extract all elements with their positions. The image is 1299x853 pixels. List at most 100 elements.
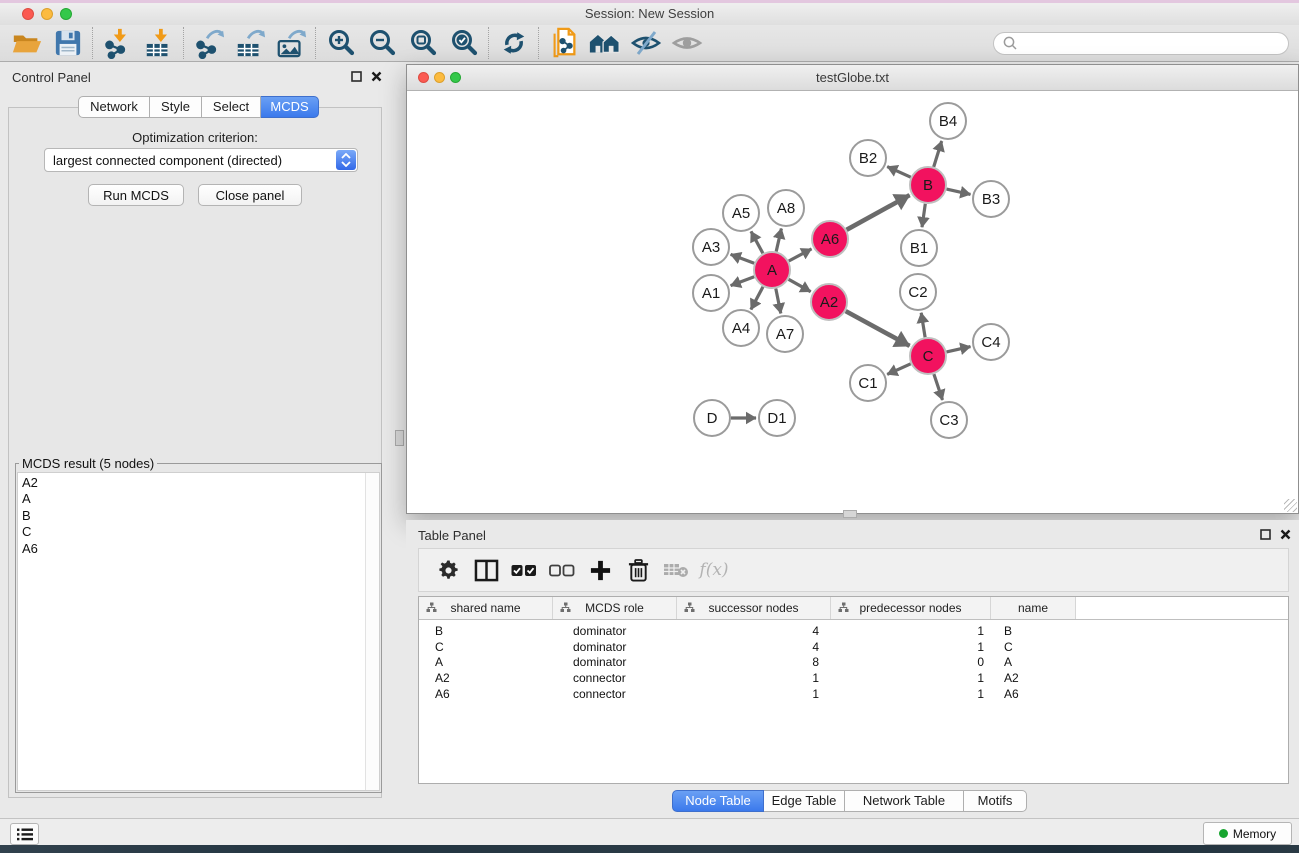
graph-edge[interactable] <box>934 141 942 167</box>
optimization-criterion-select[interactable]: largest connected component (directed) <box>44 148 358 172</box>
tab-style[interactable]: Style <box>150 96 202 118</box>
minimize-network-window-button[interactable] <box>434 72 445 83</box>
new-network-from-selection-button[interactable] <box>543 26 584 60</box>
show-panels-menu-button[interactable] <box>10 823 39 845</box>
graph-node[interactable]: B <box>910 167 946 203</box>
export-image-button[interactable] <box>270 26 311 60</box>
mcds-result-item[interactable]: A <box>18 491 379 507</box>
close-panel-icon[interactable] <box>1280 529 1291 540</box>
zoom-network-window-button[interactable] <box>450 72 461 83</box>
tab-network[interactable]: Network <box>78 96 150 118</box>
graph-node[interactable]: A6 <box>812 221 848 257</box>
graph-node[interactable]: A1 <box>693 275 729 311</box>
mcds-result-item[interactable]: A2 <box>18 475 379 491</box>
zoom-in-button[interactable] <box>320 26 361 60</box>
graph-edge[interactable] <box>776 229 781 252</box>
graph-edge[interactable] <box>887 167 911 178</box>
float-panel-icon[interactable] <box>351 71 362 82</box>
search-field[interactable] <box>993 32 1289 55</box>
tab-select[interactable]: Select <box>202 96 261 118</box>
network-canvas[interactable]: B4 B2 B B3 A5 A8 A6 B1 A3 A A1 C2 A2 A4 … <box>407 91 1298 513</box>
export-network-button[interactable] <box>188 26 229 60</box>
import-network-button[interactable] <box>97 26 138 60</box>
tab-network-table[interactable]: Network Table <box>845 790 964 812</box>
open-session-button[interactable] <box>6 26 47 60</box>
table-row[interactable]: A2connector11A2 <box>419 670 1288 686</box>
show-column-button[interactable] <box>467 552 505 588</box>
apply-preferred-layout-button[interactable] <box>493 26 534 60</box>
close-window-button[interactable] <box>22 8 34 20</box>
graph-edge[interactable] <box>731 277 755 286</box>
graph-edge[interactable] <box>789 279 811 291</box>
window-resize-grip[interactable] <box>1284 499 1297 512</box>
tab-mcds[interactable]: MCDS <box>261 96 319 118</box>
memory-button[interactable]: Memory <box>1203 822 1292 845</box>
graph-edge[interactable] <box>751 231 763 253</box>
graph-node[interactable]: A <box>754 252 790 288</box>
graph-node[interactable]: A2 <box>811 284 847 320</box>
graph-node[interactable]: C1 <box>850 365 886 401</box>
delete-table-button[interactable] <box>657 552 695 588</box>
graph-edge[interactable] <box>846 311 910 346</box>
create-new-column-button[interactable] <box>581 552 619 588</box>
search-input[interactable] <box>1018 33 1288 53</box>
float-panel-icon[interactable] <box>1260 529 1271 540</box>
graph-edge[interactable] <box>934 374 943 400</box>
graph-node[interactable]: B2 <box>850 140 886 176</box>
table-row[interactable]: Cdominator41C <box>419 639 1288 655</box>
close-network-window-button[interactable] <box>418 72 429 83</box>
graph-edge[interactable] <box>776 289 781 314</box>
column-header-name[interactable]: name <box>991 597 1076 619</box>
mcds-result-item[interactable]: C <box>18 524 379 540</box>
network-graph[interactable]: B4 B2 B B3 A5 A8 A6 B1 A3 A A1 C2 A2 A4 … <box>407 91 1298 513</box>
show-all-button[interactable] <box>666 26 707 60</box>
column-header-mcds-role[interactable]: MCDS role <box>553 597 677 619</box>
mcds-result-item[interactable]: B <box>18 508 379 524</box>
table-row[interactable]: A6connector11A6 <box>419 686 1288 702</box>
zoom-window-button[interactable] <box>60 8 72 20</box>
graph-node[interactable]: A4 <box>723 310 759 346</box>
close-panel-button[interactable]: Close panel <box>198 184 302 206</box>
graph-edge[interactable] <box>751 287 763 310</box>
table-row[interactable]: Adominator80A <box>419 655 1288 671</box>
import-table-button[interactable] <box>138 26 179 60</box>
graph-node[interactable]: C3 <box>931 402 967 438</box>
list-scrollbar[interactable] <box>365 473 379 790</box>
graph-edge[interactable] <box>947 189 971 194</box>
graph-edge[interactable] <box>731 254 755 263</box>
graph-edge[interactable] <box>921 313 925 338</box>
delete-columns-button[interactable] <box>619 552 657 588</box>
graph-node[interactable]: C2 <box>900 274 936 310</box>
deselect-all-button[interactable] <box>543 552 581 588</box>
graph-node[interactable]: D <box>694 400 730 436</box>
mcds-result-list[interactable]: A2ABCA6 <box>17 472 380 791</box>
graph-node[interactable]: C4 <box>973 324 1009 360</box>
horizontal-splitter-handle[interactable] <box>843 510 857 518</box>
graph-edge[interactable] <box>887 364 911 375</box>
tab-node-table[interactable]: Node Table <box>672 790 764 812</box>
table-row[interactable]: Bdominator41B <box>419 623 1288 639</box>
minimize-window-button[interactable] <box>41 8 53 20</box>
vertical-splitter-handle[interactable] <box>395 430 404 446</box>
export-table-button[interactable] <box>229 26 270 60</box>
select-all-button[interactable] <box>505 552 543 588</box>
zoom-fit-content-button[interactable] <box>402 26 443 60</box>
tab-edge-table[interactable]: Edge Table <box>764 790 845 812</box>
run-mcds-button[interactable]: Run MCDS <box>88 184 184 206</box>
graph-node[interactable]: A5 <box>723 195 759 231</box>
graph-node[interactable]: D1 <box>759 400 795 436</box>
graph-node[interactable]: A7 <box>767 316 803 352</box>
zoom-selected-region-button[interactable] <box>443 26 484 60</box>
graph-node[interactable]: B4 <box>930 103 966 139</box>
graph-edge[interactable] <box>922 204 925 227</box>
first-neighbors-button[interactable] <box>584 26 625 60</box>
tab-motifs[interactable]: Motifs <box>964 790 1027 812</box>
hide-selected-button[interactable] <box>625 26 666 60</box>
graph-edge[interactable] <box>947 347 971 352</box>
graph-node[interactable]: B1 <box>901 230 937 266</box>
graph-edge[interactable] <box>847 195 910 230</box>
mcds-result-item[interactable]: A6 <box>18 541 379 557</box>
column-header-predecessor-nodes[interactable]: predecessor nodes <box>831 597 991 619</box>
close-panel-icon[interactable] <box>371 71 382 82</box>
function-builder-button[interactable]: f(x) <box>695 552 733 588</box>
